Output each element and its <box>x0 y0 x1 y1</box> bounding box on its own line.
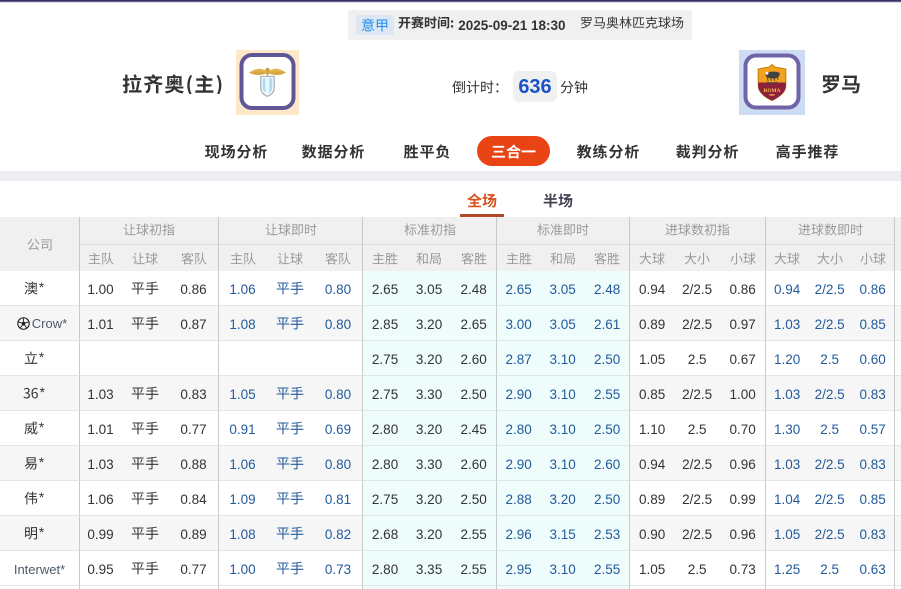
svg-text:ROMA: ROMA <box>763 88 780 94</box>
